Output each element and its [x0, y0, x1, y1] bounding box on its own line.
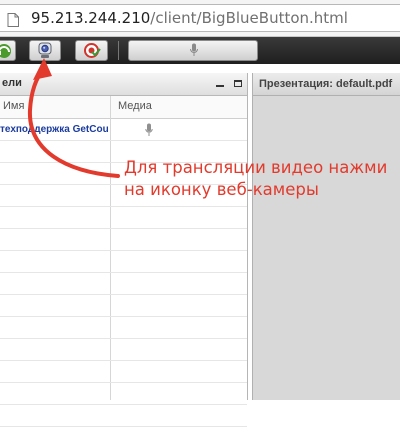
user-row[interactable]: техподдержка GetCou: [0, 119, 247, 141]
user-row[interactable]: [0, 207, 247, 229]
url-path: /client/BigBlueButton.html: [150, 9, 348, 27]
url-host: 95.213.244.210: [31, 9, 151, 27]
headset-icon: [0, 44, 11, 58]
annotation-line-2: на иконку веб-камеры: [124, 180, 319, 199]
column-media-header[interactable]: Медиа: [118, 100, 152, 112]
user-name: техподдержка GetCou: [0, 124, 108, 135]
column-name-header[interactable]: Имя: [3, 100, 24, 112]
annotation-text: Для трансляции видео нажми на иконку веб…: [124, 157, 387, 201]
users-panel-title: ели: [2, 77, 22, 89]
presentation-title: Презентация: default.pdf: [259, 78, 393, 90]
microphone-button[interactable]: [128, 40, 258, 61]
desktop-share-icon: [84, 43, 101, 58]
user-microphone-icon: [145, 123, 153, 136]
user-row[interactable]: [0, 229, 247, 251]
minimize-icon[interactable]: [216, 80, 224, 87]
desktop-share-button[interactable]: [75, 40, 108, 61]
browser-address-bar: 95.213.244.210/client/BigBlueButton.html: [0, 0, 400, 37]
user-row[interactable]: [0, 317, 247, 339]
user-row[interactable]: [0, 295, 247, 317]
presentation-panel: Презентация: default.pdf: [252, 73, 400, 400]
microphone-icon: [190, 43, 198, 56]
users-panel: ели Имя Медиа техподдержка GetCou: [0, 73, 248, 427]
user-row[interactable]: [0, 251, 247, 273]
url-text: 95.213.244.210/client/BigBlueButton.html: [31, 9, 348, 27]
user-row[interactable]: [0, 339, 247, 361]
user-row[interactable]: [0, 361, 247, 383]
user-row[interactable]: [0, 383, 247, 405]
users-table-header: Имя Медиа: [0, 96, 247, 119]
webcam-button[interactable]: [29, 40, 61, 61]
users-panel-header: ели: [0, 73, 247, 96]
headset-button[interactable]: [0, 40, 16, 61]
webcam-icon: [38, 42, 52, 58]
annotation-line-1: Для трансляции видео нажми: [124, 158, 388, 177]
url-field[interactable]: 95.213.244.210/client/BigBlueButton.html: [0, 4, 400, 32]
user-row[interactable]: [0, 405, 247, 427]
maximize-icon[interactable]: [234, 80, 242, 87]
presentation-header: Презентация: default.pdf: [253, 73, 400, 96]
conference-toolbar: [0, 37, 400, 64]
page-icon: [7, 13, 19, 27]
toolbar-separator: [118, 41, 119, 60]
user-row[interactable]: [0, 273, 247, 295]
